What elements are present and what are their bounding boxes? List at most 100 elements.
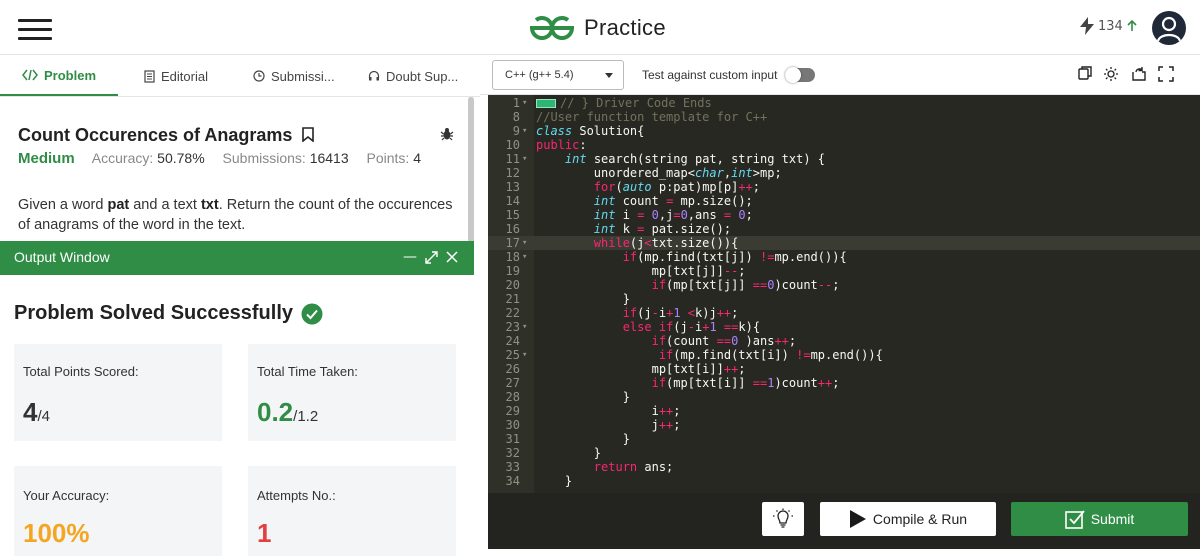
clock-icon [253,70,265,82]
fold-toggle-icon[interactable]: ▾ [522,96,527,110]
code-text: class Solution{ [536,124,645,138]
code-line[interactable]: 10 public: [488,138,1200,152]
points-value: 4 [413,150,422,166]
submit-button[interactable]: Submit [1011,502,1188,536]
custom-input-toggle-row[interactable]: Test against custom input [642,67,816,83]
code-text: while(j<txt.size()){ [593,236,739,250]
code-line[interactable]: 14 int count = mp.size(); [488,194,1200,208]
settings-icon[interactable] [1103,66,1119,82]
code-line[interactable]: 15 int i = 0,j=0,ans = 0; [488,208,1200,222]
code-line[interactable]: 24 if(count ==0 )ans++; [488,334,1200,348]
stat-card-attempts: Attempts No.: 1 [248,466,456,556]
fold-toggle-icon[interactable]: ▾ [522,124,527,138]
code-line[interactable]: 17 ▾ while(j<txt.size()){ [488,236,1200,250]
menu-icon[interactable] [18,19,52,41]
brand-name: Practice [584,15,666,40]
code-line[interactable]: 8 //User function template for C++ [488,110,1200,124]
minimize-icon[interactable]: — [403,249,417,265]
line-number: 14 [505,194,520,208]
expand-icon[interactable] [425,250,438,264]
tab-editorial[interactable]: Editorial [144,56,208,96]
stat-main: 4 [23,397,38,427]
stat-sub: /1.2 [293,408,319,425]
brand[interactable]: Practice [528,12,666,44]
code-line[interactable]: 19 mp[txt[j]]--; [488,264,1200,278]
fold-toggle-icon[interactable]: ▾ [522,320,527,334]
custom-input-label: Test against custom input [642,68,778,82]
code-line[interactable]: 1 ▾ // } Driver Code Ends [488,96,1200,110]
fold-toggle-icon[interactable]: ▾ [522,348,527,362]
problem-title: Count Occurences of Anagrams [18,125,293,145]
code-text: } [536,390,630,404]
line-number: 13 [505,180,520,194]
code-line[interactable]: 22 if(j-i+1 <k)j++; [488,306,1200,320]
streak-count: 134 [1098,18,1123,34]
fold-toggle-icon[interactable]: ▾ [522,152,527,166]
code-line[interactable]: 34 } [488,474,1200,488]
code-line[interactable]: 30 j++; [488,418,1200,432]
code-editor[interactable]: 1 ▾// } Driver Code Ends 8//User function … [488,95,1200,493]
code-line[interactable]: 13 for(auto p:pat)mp[p]++; [488,180,1200,194]
desc-text: and a text [129,197,201,213]
tab-label: Doubt Sup... [386,68,459,84]
close-icon[interactable] [446,251,458,263]
panel-divider[interactable] [474,97,488,549]
code-line[interactable]: 20 if(mp[txt[j]] ==0)count--; [488,278,1200,292]
code-text: } [536,292,630,306]
stat-main: 0.2 [257,397,294,427]
code-line[interactable]: 32 } [488,446,1200,460]
checkbox-icon [1064,510,1085,529]
code-line[interactable]: 33 return ans; [488,460,1200,474]
user-avatar[interactable] [1152,11,1186,45]
bookmark-icon[interactable] [302,127,314,142]
code-line[interactable]: 29 i++; [488,404,1200,418]
stat-value: 100% [23,518,90,549]
desc-keyword: pat [107,197,130,213]
streak-counter[interactable]: 134 [1080,17,1137,35]
code-line[interactable]: 23 ▾ else if(j-i+1 ==k){ [488,320,1200,334]
compile-run-button[interactable]: Compile & Run [820,502,996,536]
line-number: 27 [505,376,520,390]
tab-problem[interactable]: Problem [0,56,118,96]
code-line[interactable]: 9 ▾ class Solution{ [488,124,1200,138]
code-text: if(count ==0 )ans++; [651,334,797,348]
gfg-logo-icon [529,16,575,40]
difficulty-badge: Medium [18,150,75,167]
editor-toolbar: C++ (g++ 5.4) Test against custom input [480,56,1200,95]
code-line[interactable]: 26 mp[txt[i]]++; [488,362,1200,376]
language-select[interactable]: C++ (g++ 5.4) [492,60,624,90]
code-line[interactable]: 21 } [488,292,1200,306]
code-line[interactable]: 25 ▾ if(mp.find(txt[i]) !=mp.end()){ [488,348,1200,362]
line-number: 34 [505,474,520,488]
tab-label: Editorial [161,68,208,84]
tab-submissions[interactable]: Submissi... [253,56,335,96]
chevron-down-icon [605,73,613,78]
editorial-icon [144,69,155,83]
fullscreen-icon[interactable] [1158,66,1174,82]
line-number: 33 [505,460,520,474]
custom-input-toggle[interactable] [785,67,816,83]
code-text: int i = 0,j=0,ans = 0; [593,208,753,222]
line-number: 24 [505,334,520,348]
code-line[interactable]: 18 ▾ if(mp.find(txt[j]) !=mp.end()){ [488,250,1200,264]
tab-doubt-support[interactable]: Doubt Sup... [368,56,458,96]
output-title: Output Window [14,249,110,265]
theme-toggle-button[interactable] [762,502,804,536]
code-line[interactable]: 28 } [488,390,1200,404]
stat-value: 4/4 [23,397,50,428]
fold-toggle-icon[interactable]: ▾ [522,236,527,250]
code-text: // } Driver Code Ends [536,96,712,110]
copy-icon[interactable] [1078,66,1092,80]
code-line[interactable]: 27 if(mp[txt[i]] ==1)count++; [488,376,1200,390]
reset-icon[interactable] [1131,66,1147,82]
line-number: 28 [505,390,520,404]
code-line[interactable]: 12 unordered_map<char,int>mp; [488,166,1200,180]
top-header: Practice 134 [0,0,1200,55]
fold-toggle-icon[interactable]: ▾ [522,250,527,264]
code-line[interactable]: 16 int k = pat.size(); [488,222,1200,236]
line-number: 8 [512,110,520,124]
line-number: 11 [505,152,520,166]
code-line[interactable]: 11 ▾ int search(string pat, string txt) { [488,152,1200,166]
code-line[interactable]: 31 } [488,432,1200,446]
bug-icon[interactable] [440,127,454,141]
